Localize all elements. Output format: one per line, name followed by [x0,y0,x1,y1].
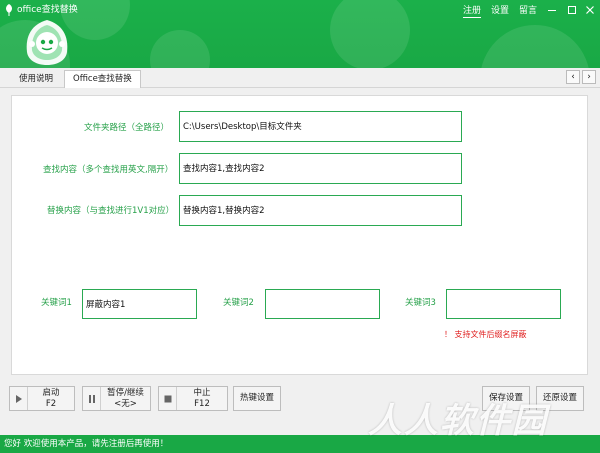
start-button[interactable]: 启动 F2 [9,386,75,411]
pause-icon [83,387,101,410]
tab-instructions[interactable]: 使用说明 [10,70,62,88]
stop-button[interactable]: 中止 F12 [158,386,228,411]
pause-hotkey: <无> [114,398,137,409]
tab-scroll-arrows: ‹ › [566,70,596,84]
chevron-left-icon[interactable]: ‹ [566,70,580,84]
pause-label: 暂停/继续 [107,387,144,398]
leaf-icon [6,4,12,16]
chevron-right-icon[interactable]: › [582,70,596,84]
hotkey-settings-button[interactable]: 热键设置 [233,386,281,411]
pause-resume-button[interactable]: 暂停/继续 <无> [82,386,151,411]
replace-content-input[interactable]: 替换内容1,替换内容2 [179,195,462,226]
minimize-button[interactable] [543,2,561,18]
tab-bar: 使用说明 Office查找替换 ‹ › [0,68,600,88]
watermark: 人人软件园 [368,401,548,441]
keyword1-label: 关键词1 [41,298,72,308]
keyword2-input[interactable] [265,289,380,319]
start-label: 启动 [42,387,60,398]
app-title: office查找替换 [17,5,78,15]
top-links: 注册 设置 留言 [463,5,537,18]
stop-hotkey: F12 [194,398,210,409]
tab-office-find-replace[interactable]: Office查找替换 [64,70,141,88]
keyword1-input[interactable]: 屏蔽内容1 [82,289,197,319]
close-button[interactable] [581,2,599,18]
main-panel: 文件夹路径（全路径） C:\Users\Desktop\目标文件夹 查找内容（多… [11,95,588,375]
stop-label: 中止 [193,387,211,398]
keyword2-label: 关键词2 [223,298,254,308]
replace-content-label: 替换内容（与查找进行1V1对应） [47,206,175,216]
find-content-input[interactable]: 查找内容1,查找内容2 [179,153,462,184]
close-icon [586,6,594,14]
find-content-label: 查找内容（多个查找用英文,隔开） [43,165,174,175]
folder-path-label: 文件夹路径（全路径） [84,123,170,133]
suffix-block-note: ！ 支持文件后缀名屏蔽 [444,330,527,339]
robot-mascot-logo [26,20,68,65]
maximize-icon [568,6,576,14]
message-link[interactable]: 留言 [519,5,537,18]
maximize-button[interactable] [563,2,581,18]
folder-path-input[interactable]: C:\Users\Desktop\目标文件夹 [179,111,462,142]
keyword3-input[interactable] [446,289,561,319]
hotkey-settings-label: 热键设置 [239,393,274,403]
play-icon [10,387,28,410]
stop-icon [159,387,177,410]
register-link[interactable]: 注册 [463,5,482,18]
title-bar: office查找替换 注册 设置 留言 [0,0,600,68]
settings-link[interactable]: 设置 [491,5,509,18]
minimize-icon [548,10,556,11]
start-hotkey: F2 [45,398,57,409]
keyword3-label: 关键词3 [405,298,436,308]
